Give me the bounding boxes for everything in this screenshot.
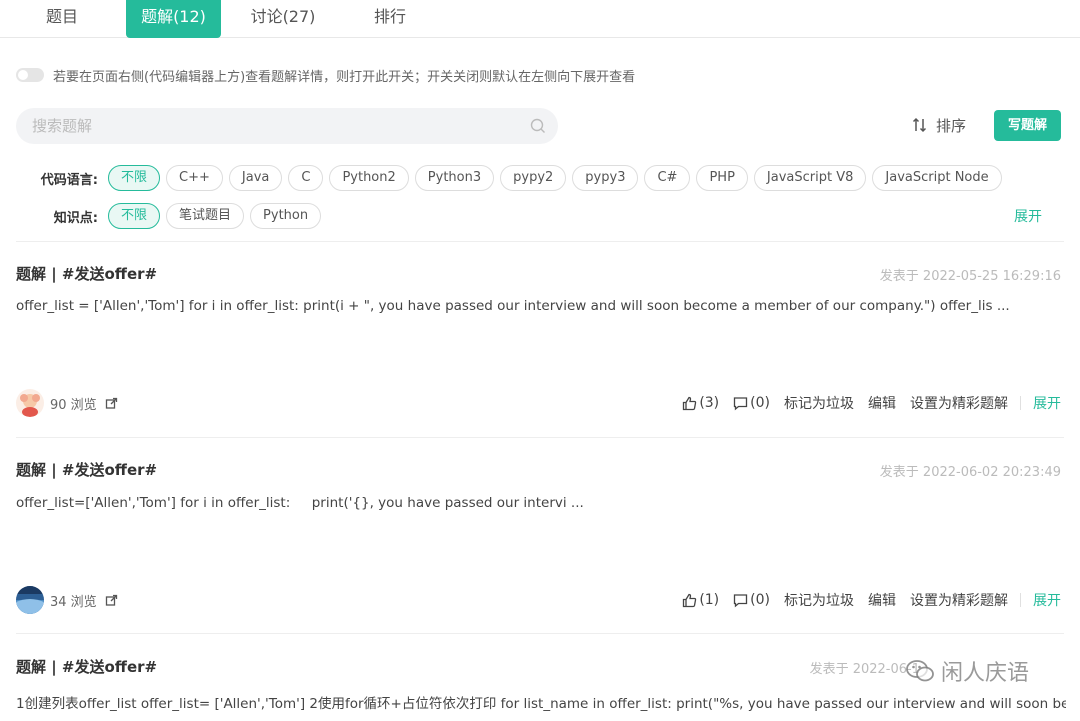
- tab-ranking[interactable]: 排行: [350, 0, 430, 38]
- right-panel-toggle[interactable]: [16, 68, 44, 82]
- like-button[interactable]: (1): [682, 592, 719, 608]
- tab-problem[interactable]: 题目: [30, 0, 94, 38]
- tab-discussion[interactable]: 讨论(27): [238, 0, 328, 38]
- language-chip-js-node[interactable]: JavaScript Node: [872, 165, 1002, 191]
- language-chip-pypy2[interactable]: pypy2: [500, 165, 567, 191]
- search-icon[interactable]: [530, 118, 546, 134]
- avatar[interactable]: [16, 389, 44, 417]
- language-chip-python3[interactable]: Python3: [414, 165, 495, 191]
- post-body[interactable]: offer_list=['Allen','Tom'] for i in offe…: [16, 495, 1066, 511]
- post-body[interactable]: offer_list = ['Allen','Tom'] for i in of…: [16, 298, 1066, 314]
- watermark-text: 闲人庆语: [941, 661, 1030, 686]
- language-chip-js-v8[interactable]: JavaScript V8: [753, 165, 867, 191]
- post-title[interactable]: 题解 | #发送offer#: [16, 263, 157, 284]
- post-date: 发表于 2022-06-02 20:23:49: [879, 465, 1061, 480]
- search-input[interactable]: [32, 108, 512, 144]
- wechat-icon: [906, 660, 934, 682]
- avatar[interactable]: [16, 586, 44, 614]
- expand-button[interactable]: 展开: [1033, 590, 1061, 610]
- search-bar: [16, 108, 558, 144]
- mark-spam-button[interactable]: 标记为垃圾: [784, 590, 854, 610]
- edit-button[interactable]: 编辑: [868, 393, 896, 413]
- language-chip-cpp[interactable]: C++: [166, 165, 223, 191]
- share-icon[interactable]: [105, 594, 118, 607]
- sort-icon: [912, 117, 927, 133]
- share-icon[interactable]: [105, 397, 118, 410]
- divider: [1020, 593, 1021, 607]
- language-chip-any[interactable]: 不限: [108, 165, 161, 191]
- like-count: (3): [699, 395, 720, 411]
- mark-spam-button[interactable]: 标记为垃圾: [784, 393, 854, 413]
- knowledge-chip-python[interactable]: Python: [250, 203, 322, 229]
- divider: [16, 437, 1064, 438]
- language-filter-row: 代码语言: 不限 C++ Java C Python2 Python3 pypy…: [34, 164, 1008, 192]
- divider: [16, 241, 1064, 242]
- expand-button[interactable]: 展开: [1033, 393, 1061, 413]
- sort-label: 排序: [936, 116, 967, 135]
- tab-solutions[interactable]: 题解(12): [126, 0, 221, 38]
- post-actions: (1) (0) 标记为垃圾 编辑 设置为精彩题解 展开: [668, 588, 1061, 612]
- language-chip-c[interactable]: C: [288, 165, 324, 191]
- filter-expand-link[interactable]: 展开: [1014, 206, 1042, 226]
- set-featured-button[interactable]: 设置为精彩题解: [910, 393, 1008, 413]
- post-body[interactable]: 1创建列表offer_list offer_list= ['Allen','To…: [16, 692, 1066, 712]
- post-date: 发表于 2022-05-25 16:29:16: [879, 269, 1061, 284]
- view-count: 90 浏览: [50, 397, 97, 413]
- post-actions: (3) (0) 标记为垃圾 编辑 设置为精彩题解 展开: [668, 391, 1061, 415]
- sort-button[interactable]: 排序: [912, 114, 966, 136]
- comment-icon: [734, 593, 748, 607]
- post-author-meta: 34 浏览: [16, 585, 118, 615]
- comment-button[interactable]: (0): [733, 395, 770, 411]
- knowledge-chip-written-test[interactable]: 笔试题目: [166, 203, 245, 229]
- toggle-description: 若要在页面右侧(代码编辑器上方)查看题解详情，则打开此开关；开关关闭则默认在左侧…: [53, 69, 636, 85]
- post-author-meta: 90 浏览: [16, 388, 118, 418]
- watermark: 闲人庆语: [905, 655, 1029, 687]
- tab-bar: 题目 题解(12) 讨论(27) 排行: [0, 0, 1080, 38]
- right-panel-toggle-row: 若要在页面右侧(代码编辑器上方)查看题解详情，则打开此开关；开关关闭则默认在左侧…: [16, 64, 635, 86]
- post-title[interactable]: 题解 | #发送offer#: [16, 459, 157, 480]
- knowledge-filter-label: 知识点:: [53, 210, 98, 226]
- view-count: 34 浏览: [50, 594, 97, 610]
- language-chip-php[interactable]: PHP: [696, 165, 748, 191]
- comment-icon: [734, 396, 748, 410]
- comment-count: (0): [750, 395, 770, 411]
- knowledge-chip-any[interactable]: 不限: [108, 203, 161, 229]
- language-filter-label: 代码语言:: [40, 172, 98, 188]
- divider: [1020, 396, 1021, 410]
- like-count: (1): [699, 592, 720, 608]
- divider: [16, 633, 1064, 634]
- post-date: 发表于 2022-06-1: [809, 662, 920, 677]
- comment-button[interactable]: (0): [733, 592, 770, 608]
- language-chip-java[interactable]: Java: [228, 165, 283, 191]
- thumbs-up-icon: [683, 396, 697, 410]
- edit-button[interactable]: 编辑: [868, 590, 896, 610]
- set-featured-button[interactable]: 设置为精彩题解: [910, 590, 1008, 610]
- language-chip-pypy3[interactable]: pypy3: [572, 165, 639, 191]
- language-chip-python2[interactable]: Python2: [329, 165, 409, 191]
- knowledge-filter-row: 知识点: 不限 笔试题目 Python: [34, 202, 327, 230]
- write-solution-button[interactable]: 写题解: [994, 110, 1061, 141]
- post-title[interactable]: 题解 | #发送offer#: [16, 656, 157, 677]
- language-chip-csharp[interactable]: C#: [644, 165, 691, 191]
- like-button[interactable]: (3): [682, 395, 719, 411]
- comment-count: (0): [750, 592, 770, 608]
- thumbs-up-icon: [683, 593, 697, 607]
